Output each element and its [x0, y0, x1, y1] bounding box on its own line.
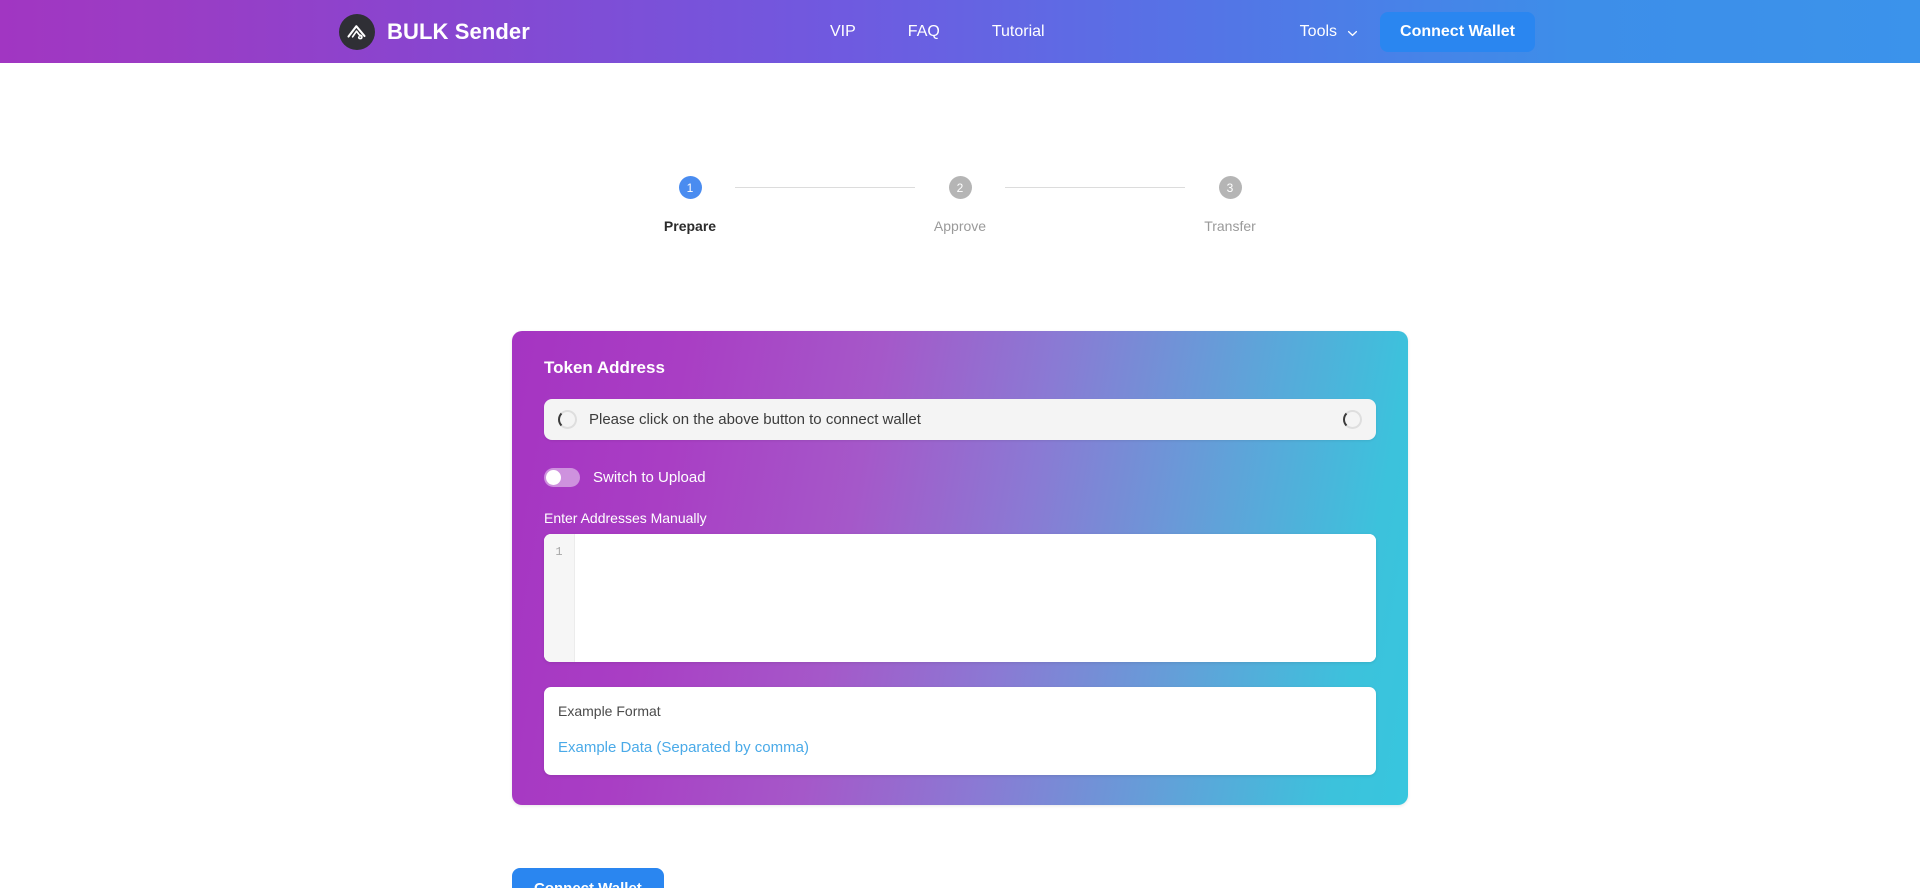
- progress-stepper: 1 Prepare 2 Approve 3 Transfer: [645, 176, 1275, 234]
- step-3-circle: 3: [1218, 176, 1242, 199]
- card-title: Token Address: [544, 358, 665, 377]
- nav-link-faq[interactable]: FAQ: [898, 17, 950, 47]
- top-navbar: BULK Sender VIP FAQ Tutorial Tools Conne…: [0, 0, 1920, 63]
- connect-wallet-main-button[interactable]: Connect Wallet: [512, 868, 664, 888]
- step-2-label: Approve: [933, 218, 987, 234]
- example-data-link[interactable]: Example Data (Separated by comma): [558, 739, 809, 756]
- example-format-title: Example Format: [558, 703, 661, 719]
- nav-links: VIP FAQ Tutorial: [820, 17, 1055, 47]
- step-approve[interactable]: 2 Approve: [915, 176, 1005, 234]
- page-body: 1 Prepare 2 Approve 3 Transfer Token Add…: [0, 63, 1920, 888]
- tools-dropdown-label: Tools: [1299, 22, 1338, 40]
- addresses-textarea[interactable]: [575, 534, 1376, 662]
- brand-logo-link[interactable]: BULK Sender: [339, 13, 530, 50]
- token-address-input[interactable]: [577, 411, 1343, 428]
- step-2-circle: 2: [948, 176, 972, 199]
- switch-to-upload-toggle[interactable]: [544, 468, 580, 487]
- step-1-label: Prepare: [663, 218, 717, 234]
- step-connector-2: [1005, 187, 1185, 188]
- loading-spinner-icon-left: [558, 410, 577, 429]
- step-transfer[interactable]: 3 Transfer: [1185, 176, 1275, 234]
- token-address-input-group: [544, 399, 1376, 440]
- step-connector-1: [735, 187, 915, 188]
- nav-link-vip[interactable]: VIP: [820, 17, 866, 47]
- connect-wallet-nav-button[interactable]: Connect Wallet: [1380, 11, 1535, 52]
- upload-toggle-row: Switch to Upload: [544, 468, 1376, 487]
- tools-dropdown[interactable]: Tools: [1300, 23, 1358, 41]
- nav-link-tutorial[interactable]: Tutorial: [982, 17, 1055, 47]
- toggle-knob: [546, 470, 561, 485]
- mountain-peak-logo-icon: [339, 13, 375, 50]
- addresses-editor[interactable]: 1: [544, 534, 1376, 662]
- step-prepare[interactable]: 1 Prepare: [645, 176, 735, 234]
- nav-right-group: Tools Connect Wallet: [1300, 11, 1535, 52]
- editor-gutter: 1: [544, 534, 575, 662]
- step-3-label: Transfer: [1204, 218, 1256, 234]
- brand-name: BULK Sender: [387, 18, 530, 44]
- editor-line-number: 1: [555, 545, 563, 559]
- prepare-card: Token Address Switch to Upload Enter Add…: [512, 331, 1408, 805]
- example-format-box: Example Format Example Data (Separated b…: [544, 687, 1376, 775]
- switch-to-upload-label: Switch to Upload: [593, 469, 706, 486]
- addresses-field-label: Enter Addresses Manually: [544, 510, 707, 526]
- step-1-circle: 1: [678, 176, 702, 199]
- loading-spinner-icon-right: [1343, 410, 1362, 429]
- chevron-down-icon: [1347, 26, 1358, 37]
